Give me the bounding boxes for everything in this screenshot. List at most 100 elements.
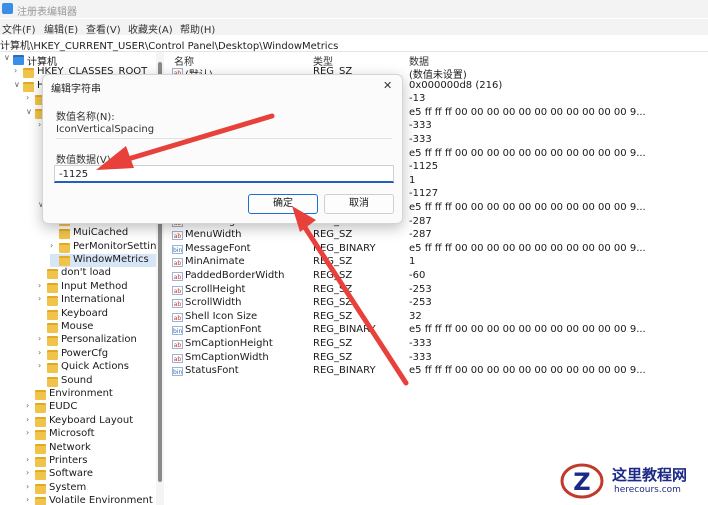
tree-item-label: Printers: [49, 455, 88, 466]
tree-item[interactable]: Keyboard: [38, 308, 156, 321]
tree-item[interactable]: Network: [26, 442, 156, 455]
tree-item-label: Volatile Environment: [49, 495, 153, 505]
expand-chevron-icon[interactable]: ›: [26, 401, 35, 410]
tree-item-label: Quick Actions: [61, 361, 129, 373]
tree-item-label: Environment: [49, 388, 113, 399]
value-data: -253: [409, 297, 432, 309]
tree-item-label: WindowMetrics: [73, 254, 149, 265]
tree-item-label: PowerCfg: [61, 347, 109, 359]
expand-chevron-icon[interactable]: ›: [26, 482, 35, 491]
tree-item[interactable]: Sound: [38, 375, 156, 388]
tree-item-label: EUDC: [49, 401, 78, 413]
value-row[interactable]: ab SmCaptionWidth REG_SZ -333: [168, 352, 708, 366]
value-data: -253: [409, 283, 432, 295]
expand-chevron-icon[interactable]: ›: [26, 428, 35, 437]
expand-chevron-icon[interactable]: ›: [38, 361, 47, 370]
tree-item[interactable]: › Printers: [26, 455, 156, 468]
expand-chevron-icon[interactable]: ›: [26, 455, 35, 464]
tree-item[interactable]: › Software: [26, 468, 156, 481]
value-row[interactable]: ab Shell Icon Size REG_SZ 32: [168, 311, 708, 325]
expand-chevron-icon[interactable]: ›: [26, 415, 35, 424]
value-row[interactable]: bin MessageFont REG_BINARY e5 ff ff ff 00 0…: [168, 243, 708, 257]
value-row[interactable]: bin StatusFont REG_BINARY e5 ff ff ff 00 00…: [168, 365, 708, 379]
tree-item[interactable]: › System: [26, 482, 156, 495]
value-name: StatusFont: [185, 365, 239, 377]
expand-chevron-icon[interactable]: ›: [38, 281, 47, 290]
value-name: MenuWidth: [185, 229, 242, 241]
expand-chevron-icon[interactable]: ›: [26, 93, 35, 102]
folder-icon: [35, 497, 46, 505]
tree-item[interactable]: › Personalization: [38, 334, 156, 347]
value-row[interactable]: bin SmCaptionFont REG_BINARY e5 ff ff ff 00…: [168, 324, 708, 338]
folder-icon: [35, 416, 46, 427]
tree-item[interactable]: › PerMonitorSettin: [50, 241, 156, 254]
close-icon[interactable]: ✕: [383, 79, 392, 92]
value-data: -1125: [409, 161, 439, 173]
expand-chevron-icon[interactable]: ›: [50, 241, 59, 250]
menu-help[interactable]: 帮助(H): [180, 21, 215, 36]
ok-button[interactable]: 确定: [248, 194, 318, 214]
tree-item[interactable]: › Quick Actions: [38, 361, 156, 374]
tree-item[interactable]: › International: [38, 294, 156, 307]
edit-string-dialog: 编辑字符串 ✕ 数值名称(N): IconVerticalSpacing 数值数…: [42, 74, 403, 224]
tree-item-label: Microsoft: [49, 428, 95, 440]
expand-chevron-icon[interactable]: ›: [38, 294, 47, 303]
expand-chevron-icon[interactable]: ›: [38, 334, 47, 343]
value-row[interactable]: ab SmCaptionHeight REG_SZ -333: [168, 338, 708, 352]
value-row[interactable]: ab MinAnimate REG_SZ 1: [168, 256, 708, 270]
tree-item[interactable]: Mouse: [38, 321, 156, 334]
value-data: -333: [409, 338, 432, 349]
value-data-input[interactable]: -1125: [54, 165, 394, 183]
expand-chevron-icon[interactable]: ›: [14, 66, 23, 75]
watermark-title: 这里教程网: [612, 466, 688, 484]
tree-item[interactable]: WindowMetrics: [50, 254, 156, 267]
cancel-button[interactable]: 取消: [324, 194, 394, 214]
expand-chevron-icon[interactable]: ›: [26, 468, 35, 477]
expand-chevron-icon[interactable]: ∨: [4, 53, 13, 62]
expand-chevron-icon[interactable]: ›: [38, 348, 47, 357]
value-data-text: -1125: [59, 169, 89, 180]
folder-icon: [35, 390, 46, 400]
tree-item-label: PerMonitorSettin: [73, 240, 156, 252]
menu-file[interactable]: 文件(F): [2, 21, 36, 36]
value-name: MinAnimate: [185, 256, 245, 268]
tree-item-label: Input Method: [61, 280, 128, 292]
expand-chevron-icon[interactable]: ∨: [14, 80, 23, 89]
list-header: 名称 类型 数据: [168, 52, 708, 68]
tree-item[interactable]: › EUDC: [26, 401, 156, 414]
folder-icon: [47, 323, 58, 333]
folder-icon: [35, 457, 46, 467]
folder-icon: [35, 443, 46, 454]
tree-item[interactable]: › Volatile Environment: [26, 495, 156, 505]
binary-value-icon: bin: [172, 326, 183, 336]
expand-chevron-icon[interactable]: ›: [26, 495, 35, 504]
folder-icon: [35, 430, 46, 441]
menu-view[interactable]: 查看(V): [86, 21, 121, 36]
menu-edit[interactable]: 编辑(E): [44, 21, 78, 36]
value-data: 1: [409, 174, 416, 186]
tree-item[interactable]: MuiCached: [50, 227, 156, 240]
value-row[interactable]: ab ScrollHeight REG_SZ -253: [168, 284, 708, 298]
value-data: e5 ff ff ff 00 00 00 00 00 00 00 00 00 0…: [409, 242, 646, 254]
folder-icon: [23, 68, 34, 79]
dialog-divider: [56, 138, 392, 139]
value-data: -333: [409, 351, 432, 363]
tree-item[interactable]: don't load: [38, 267, 156, 280]
tree-item[interactable]: › Input Method: [38, 281, 156, 294]
tree-root-computer[interactable]: ∨ 计算机: [4, 53, 156, 68]
value-name: SmCaptionFont: [185, 324, 262, 336]
value-row[interactable]: ab ScrollWidth REG_SZ -253: [168, 297, 708, 311]
menu-favorites[interactable]: 收藏夹(A): [128, 21, 173, 36]
folder-icon: [35, 403, 46, 414]
tree-item[interactable]: Environment: [26, 388, 156, 401]
tree-item[interactable]: › PowerCfg: [38, 348, 156, 361]
expand-chevron-icon[interactable]: ∨: [26, 107, 35, 116]
address-bar[interactable]: 计算机\HKEY_CURRENT_USER\Control Panel\Desk…: [0, 36, 708, 52]
value-row[interactable]: ab PaddedBorderWidth REG_SZ -60: [168, 270, 708, 284]
folder-icon: [59, 256, 70, 266]
string-value-icon: ab: [172, 299, 183, 309]
value-row[interactable]: ab MenuWidth REG_SZ -287: [168, 229, 708, 243]
tree-item[interactable]: › Microsoft: [26, 428, 156, 441]
string-value-icon: ab: [172, 285, 183, 295]
tree-item[interactable]: › Keyboard Layout: [26, 415, 156, 428]
